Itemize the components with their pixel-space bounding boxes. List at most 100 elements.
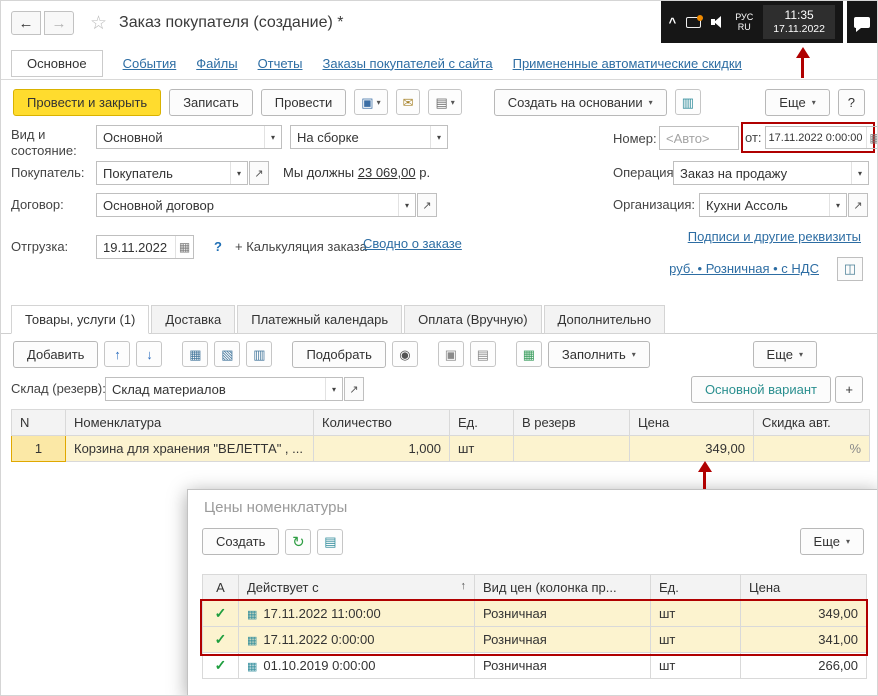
table-settings-button[interactable]: ▦ [515,341,542,367]
tab-additional[interactable]: Дополнительно [543,305,666,334]
col-reserve[interactable]: В резерв [513,409,630,436]
move-up-button[interactable]: ↑ [104,341,131,367]
cell-price-kind[interactable]: Розничная [474,626,651,653]
caret-down-icon[interactable]: ▾ [325,378,342,400]
post-and-close-button[interactable]: Провести и закрыть [13,88,162,116]
order-summary-link[interactable]: Сводно о заказе [363,235,462,253]
refresh-button[interactable]: ↻ [285,528,312,555]
cell-price[interactable]: 266,00 [740,652,867,679]
cell-n[interactable]: 1 [11,435,66,462]
post-button[interactable]: Провести [260,88,347,116]
cell-price-kind[interactable]: Розничная [474,652,651,679]
help-button[interactable]: ? [837,88,865,116]
cell-unit[interactable]: шт [650,652,741,679]
prices-more-button[interactable]: Еще ▾ [799,528,864,555]
main-variant-button[interactable]: Основной вариант [690,376,831,403]
chat-button[interactable] [847,1,877,43]
reports-structure-button[interactable]: ▥ [674,89,701,115]
cell-price[interactable]: 349,00 [740,600,867,627]
back-button[interactable]: ← [11,11,41,35]
print-button[interactable]: ▤ ▾ [428,89,462,115]
col-unit[interactable]: Ед. [449,409,514,436]
speaker-icon[interactable] [711,16,725,28]
calculator-button[interactable]: ◫ [837,257,863,281]
number-input[interactable]: <Авто> [659,126,739,150]
col-quantity[interactable]: Количество [313,409,450,436]
copy-document-button[interactable]: ▣ ▾ [354,89,388,115]
open-warehouse-button[interactable]: ↗ [344,377,364,401]
table-row[interactable]: 1 Корзина для хранения "ВЕЛЕТТА" , ... 1… [11,435,870,462]
cell-discount[interactable]: % [753,435,870,462]
cell-reserve[interactable] [513,435,630,462]
list-settings-button[interactable]: ▤ [317,528,344,555]
cell-unit[interactable]: шт [449,435,514,462]
contract-select[interactable]: Основной договор ▾ [96,193,416,217]
calendar-icon[interactable]: ▦ [175,236,193,258]
operation-select[interactable]: Заказ на продажу ▾ [673,161,869,185]
reserve-tool-button[interactable]: ▦ [182,341,209,367]
notification-icon[interactable] [686,14,704,28]
tab-events[interactable]: События [123,56,177,71]
col-price[interactable]: Цена [629,409,754,436]
paste-rows-button[interactable]: ▤ [469,341,496,367]
tab-auto-discounts[interactable]: Примененные автоматические скидки [513,56,742,71]
cell-price[interactable]: 341,00 [740,626,867,653]
open-contract-button[interactable]: ↗ [417,193,437,217]
requisites-link[interactable]: Подписи и другие реквизиты [688,229,861,244]
currency-price-link[interactable]: руб. • Розничная • с НДС [669,261,819,276]
caret-down-icon[interactable]: ▾ [829,194,846,216]
col-price-kind[interactable]: Вид цен (колонка пр... [474,574,651,601]
cell-unit[interactable]: шт [650,600,741,627]
tab-site-orders[interactable]: Заказы покупателей с сайта [323,56,493,71]
calendar-icon[interactable]: ▦ [865,127,877,148]
cell-quantity[interactable]: 1,000 [313,435,450,462]
pick-items-button[interactable]: Подобрать [292,340,386,368]
tab-reports[interactable]: Отчеты [258,56,303,71]
more-button[interactable]: Еще ▾ [765,88,830,116]
caret-down-icon[interactable]: ▾ [398,194,415,216]
col-nomenclature[interactable]: Номенклатура [65,409,314,436]
open-customer-button[interactable]: ↗ [249,161,269,185]
cell-effective-date[interactable]: ▦ 17.11.2022 0:00:00 [238,626,475,653]
col-active[interactable]: А [202,574,239,601]
add-row-button[interactable]: Добавить [13,340,99,368]
chevron-up-icon[interactable]: ^ [669,15,677,30]
copy-rows-button[interactable]: ▣ [437,341,464,367]
items-more-button[interactable]: Еще ▾ [752,340,817,368]
write-button[interactable]: Записать [169,88,253,116]
shipment-date-input[interactable]: 19.11.2022 ▦ [96,235,194,259]
order-kind-select[interactable]: Основной ▾ [96,125,282,149]
date-input[interactable]: 17.11.2022 0:00:00 ▦ [764,126,877,149]
cell-unit[interactable]: шт [650,626,741,653]
col-discount[interactable]: Скидка авт. [753,409,870,436]
col-price[interactable]: Цена [740,574,867,601]
discount-tool-button[interactable]: ▥ [246,341,273,367]
view-button[interactable]: ◉ [391,341,418,367]
calculation-text[interactable]: + Калькуляция заказа [235,239,367,255]
tab-payment[interactable]: Оплата (Вручную) [404,305,542,334]
tab-files[interactable]: Файлы [196,56,237,71]
warehouse-select[interactable]: Склад материалов ▾ [105,377,343,401]
caret-down-icon[interactable]: ▾ [851,162,868,184]
tab-payment-calendar[interactable]: Платежный календарь [237,305,403,334]
caret-down-icon[interactable]: ▾ [430,126,447,148]
send-email-button[interactable]: ✉ [395,89,421,115]
tab-delivery[interactable]: Доставка [151,305,236,334]
organization-select[interactable]: Кухни Ассоль ▾ [699,193,847,217]
price-row[interactable]: ✓ ▦ 17.11.2022 11:00:00 Розничная шт 349,… [202,600,867,627]
create-price-button[interactable]: Создать [202,528,280,555]
move-down-button[interactable]: ↓ [136,341,163,367]
add-variant-button[interactable]: + [835,376,863,403]
price-row[interactable]: ✓ ▦ 01.10.2019 0:00:00 Розничная шт 266,0… [202,652,867,679]
cell-price[interactable]: 349,00 [629,435,754,462]
cell-effective-date[interactable]: ▦ 17.11.2022 11:00:00 [238,600,475,627]
shipment-help-icon[interactable]: ? [214,239,222,254]
debt-amount-link[interactable]: 23 069,00 [358,165,416,180]
caret-down-icon[interactable]: ▾ [230,162,247,184]
create-based-on-button[interactable]: Создать на основании ▾ [493,88,667,116]
cell-price-kind[interactable]: Розничная [474,600,651,627]
favorite-star-icon[interactable]: ☆ [90,12,107,35]
col-unit[interactable]: Ед. [650,574,741,601]
order-state-select[interactable]: На сборке ▾ [290,125,448,149]
forward-button[interactable]: → [44,11,74,35]
